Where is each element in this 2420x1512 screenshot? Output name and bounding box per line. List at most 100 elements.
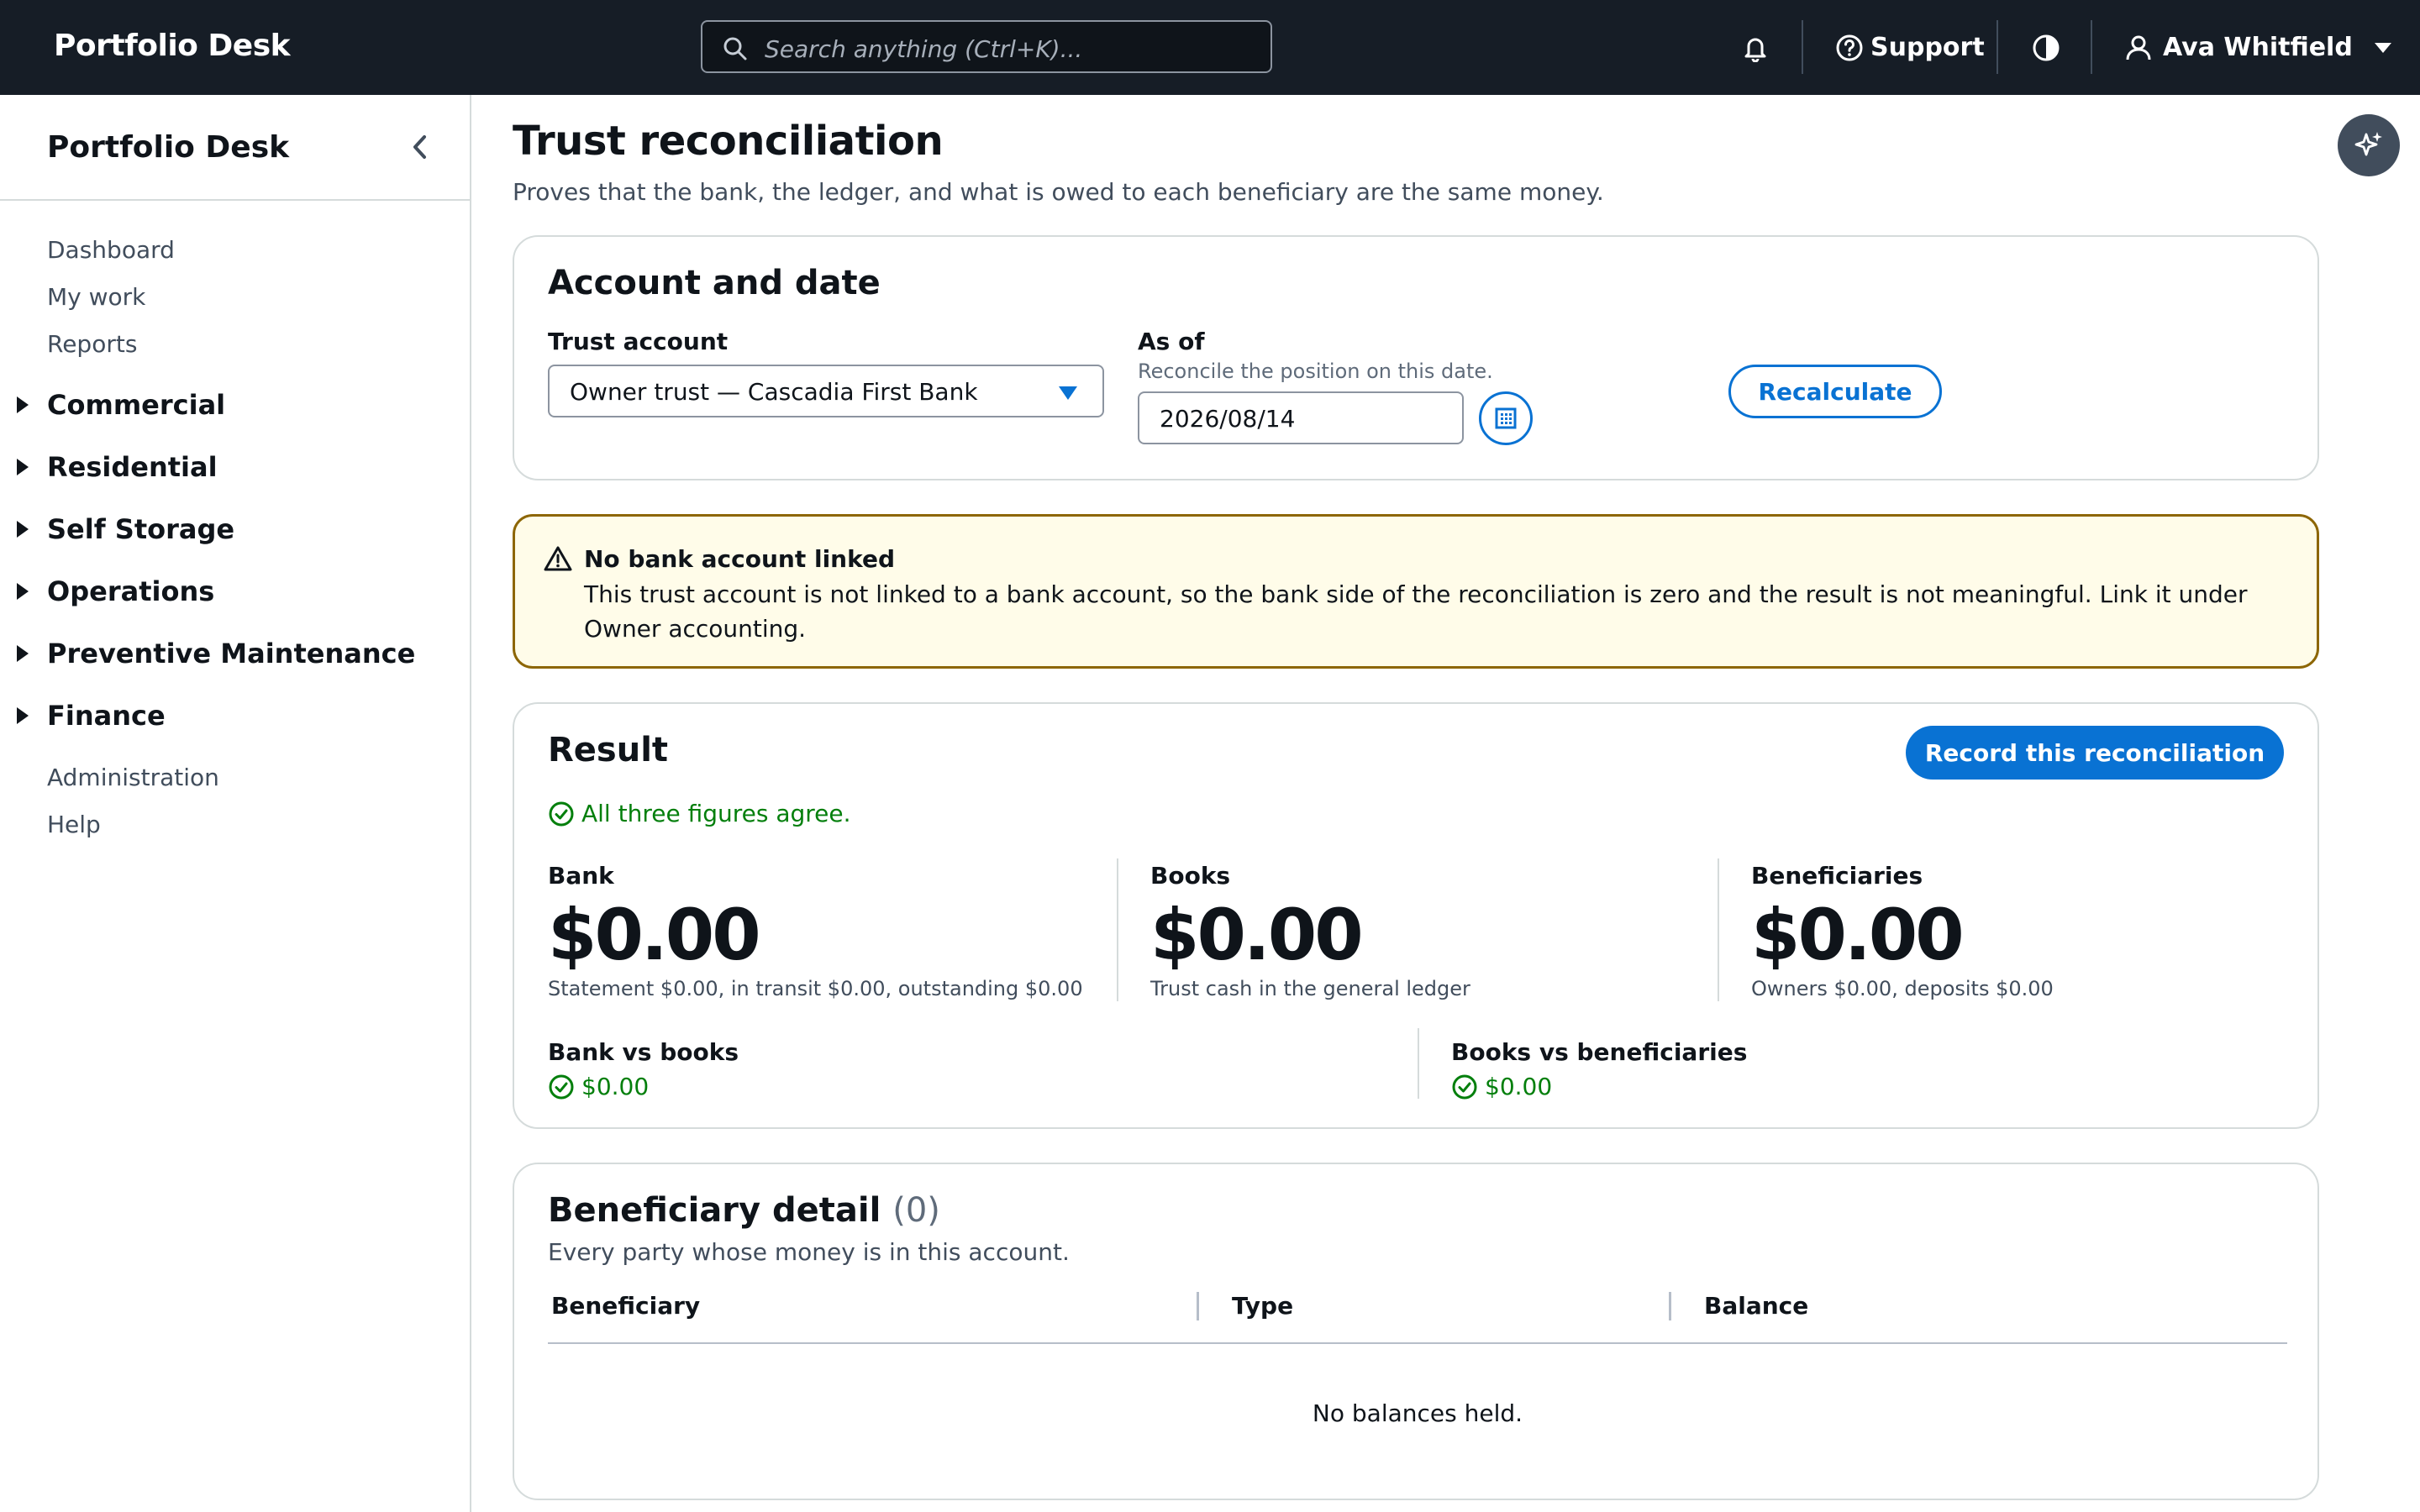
column-header-beneficiary[interactable]: Beneficiary: [551, 1292, 700, 1320]
caret-down-icon: [2374, 42, 2391, 53]
account-date-card: Account and date Trust account Owner tru…: [513, 235, 2319, 480]
beneficiary-count: (0): [892, 1191, 940, 1230]
column-header-type[interactable]: Type: [1232, 1292, 1293, 1320]
sidenav-item-help[interactable]: Help: [47, 811, 101, 838]
beneficiaries-label: Beneficiaries: [1751, 862, 1923, 890]
caret-down-icon: [1059, 386, 1077, 400]
bank-metric: Bank $0.00 Statement $0.00, in transit $…: [548, 862, 1083, 1000]
recalculate-button[interactable]: Recalculate: [1728, 365, 1942, 418]
as-of-label: As of: [1138, 328, 1205, 355]
expand-triangle-icon: [17, 521, 29, 538]
bank-vs-books-value: $0.00: [581, 1073, 650, 1100]
column-resizer[interactable]: [1669, 1292, 1671, 1320]
books-vs-beneficiaries-label: Books vs beneficiaries: [1451, 1038, 1748, 1066]
sidenav-group-preventive-maintenance[interactable]: Preventive Maintenance: [17, 638, 415, 669]
topbar-divider: [1802, 20, 1803, 74]
ai-assistant-button[interactable]: [2338, 114, 2400, 176]
books-vs-beneficiaries-value-line: $0.00: [1451, 1073, 1747, 1100]
books-description: Trust cash in the general ledger: [1150, 977, 1470, 1000]
bank-vs-books-value-line: $0.00: [548, 1073, 739, 1100]
column-header-balance[interactable]: Balance: [1704, 1292, 1808, 1320]
account-date-heading: Account and date: [548, 264, 881, 302]
expand-triangle-icon: [17, 583, 29, 600]
as-of-date-input[interactable]: 2026/08/14: [1138, 391, 1464, 444]
check-circle-icon: [549, 801, 574, 826]
page-description: Proves that the bank, the ledger, and wh…: [513, 178, 1604, 206]
user-icon: [2126, 35, 2151, 60]
sidenav-group-self-storage[interactable]: Self Storage: [17, 513, 234, 545]
bank-vs-books-label: Bank vs books: [548, 1038, 739, 1066]
column-resizer[interactable]: [1197, 1292, 1199, 1320]
sidenav-group-residential[interactable]: Residential: [17, 451, 218, 483]
sidenav-item-administration[interactable]: Administration: [47, 764, 219, 791]
beneficiary-detail-card: Beneficiary detail (0) Every party whose…: [513, 1163, 2319, 1500]
trust-account-select[interactable]: Owner trust — Cascadia First Bank: [548, 365, 1104, 417]
expand-triangle-icon: [17, 396, 29, 413]
expand-triangle-icon: [17, 459, 29, 475]
beneficiary-detail-heading: Beneficiary detail (0): [548, 1191, 940, 1230]
check-circle-icon: [1452, 1074, 1477, 1099]
side-navigation: Portfolio Desk Dashboard My work Reports…: [0, 95, 471, 1512]
help-circle-icon: [1836, 34, 1863, 60]
sidenav-group-label: Residential: [47, 451, 218, 483]
sidenav-item-reports[interactable]: Reports: [47, 330, 137, 358]
result-card: Result Record this reconciliation All th…: [513, 702, 2319, 1129]
sidenav-item-dashboard[interactable]: Dashboard: [47, 236, 175, 264]
contrast-icon: [2033, 34, 2060, 60]
support-button[interactable]: Support: [1835, 0, 1985, 95]
expand-triangle-icon: [17, 707, 29, 724]
record-reconciliation-button[interactable]: Record this reconciliation: [1906, 726, 2284, 780]
trust-account-label: Trust account: [548, 328, 729, 355]
search-placeholder: Search anything (Ctrl+K)...: [765, 35, 1083, 63]
as-of-hint: Reconcile the position on this date.: [1138, 360, 1493, 383]
no-bank-linked-alert: No bank account linked This trust accoun…: [513, 514, 2319, 669]
collapse-sidenav-button[interactable]: [407, 132, 434, 162]
beneficiaries-value: $0.00: [1751, 894, 1965, 976]
sidenav-group-finance[interactable]: Finance: [17, 700, 166, 732]
sidenav-group-label: Preventive Maintenance: [47, 638, 416, 669]
sidenav-group-commercial[interactable]: Commercial: [17, 389, 225, 421]
as-of-date-value: 2026/08/14: [1160, 405, 1296, 433]
bank-description: Statement $0.00, in transit $0.00, outst…: [548, 977, 1083, 1000]
sidenav-group-label: Self Storage: [47, 513, 235, 545]
search-icon: [723, 37, 747, 60]
support-label: Support: [1870, 33, 1985, 62]
bell-icon: [1744, 38, 1766, 62]
sidenav-title[interactable]: Portfolio Desk: [47, 130, 289, 165]
result-heading: Result: [548, 731, 669, 769]
metric-divider: [1418, 1028, 1419, 1099]
books-vs-beneficiaries-value: $0.00: [1485, 1073, 1553, 1100]
sidenav-group-label: Commercial: [47, 389, 226, 421]
topbar-divider: [2091, 20, 2092, 74]
notifications-button[interactable]: [1741, 0, 1770, 95]
empty-state-text: No balances held.: [1312, 1399, 1523, 1427]
theme-toggle-button[interactable]: [2032, 0, 2060, 95]
calendar-icon: [1495, 407, 1517, 429]
search-input[interactable]: Search anything (Ctrl+K)...: [701, 20, 1272, 73]
bank-value: $0.00: [548, 894, 761, 976]
user-name: Ava Whitfield: [2163, 33, 2353, 62]
table-header-rule: [548, 1342, 2287, 1344]
topbar-divider: [1996, 20, 1998, 74]
sidenav-group-label: Operations: [47, 575, 215, 607]
beneficiary-detail-description: Every party whose money is in this accou…: [548, 1238, 1070, 1266]
top-navigation: Portfolio Desk Search anything (Ctrl+K).…: [0, 0, 2420, 95]
chevron-left-icon: [413, 135, 426, 159]
warning-icon: [544, 546, 572, 571]
bank-label: Bank: [548, 862, 614, 890]
books-vs-beneficiaries: Books vs beneficiaries $0.00: [1451, 1038, 1747, 1100]
sidenav-group-label: Finance: [47, 700, 166, 732]
open-calendar-button[interactable]: [1479, 391, 1533, 445]
sidenav-item-my-work[interactable]: My work: [47, 283, 145, 311]
beneficiaries-metric: Beneficiaries $0.00 Owners $0.00, deposi…: [1751, 862, 2054, 1000]
expand-triangle-icon: [17, 645, 29, 662]
status-text: All three figures agree.: [581, 800, 851, 827]
alert-body: This trust account is not linked to a ba…: [584, 580, 2248, 643]
alert-title: No bank account linked: [584, 545, 896, 573]
metric-divider: [1117, 858, 1118, 1001]
books-label: Books: [1150, 862, 1231, 890]
bank-vs-books: Bank vs books $0.00: [548, 1038, 739, 1100]
brand-title[interactable]: Portfolio Desk: [54, 29, 291, 63]
sidenav-group-operations[interactable]: Operations: [17, 575, 214, 607]
user-menu-button[interactable]: Ava Whitfield: [2124, 0, 2393, 95]
